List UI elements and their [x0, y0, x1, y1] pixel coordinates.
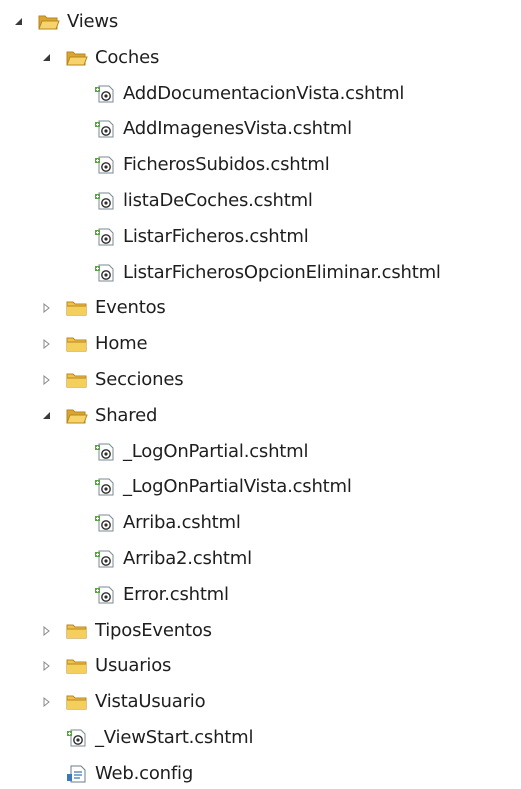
tree-node-label: Error.cshtml: [123, 583, 229, 605]
expand-arrow-icon[interactable]: [12, 15, 26, 29]
tree-node-c2[interactable]: AddImagenesVista.cshtml: [94, 114, 352, 144]
folder-icon: [66, 370, 88, 390]
razor-file-icon: [94, 585, 116, 605]
razor-file-icon: [94, 549, 116, 569]
razor-file-icon: [94, 477, 116, 497]
tree-node-label: Eventos: [95, 297, 166, 319]
razor-file-icon: [94, 513, 116, 533]
folder-icon: [66, 656, 88, 676]
tree-node-viewstart[interactable]: _ViewStart.cshtml: [66, 723, 253, 753]
collapse-arrow-icon[interactable]: [40, 373, 54, 387]
tree-node-c1[interactable]: AddDocumentacionVista.cshtml: [94, 79, 404, 109]
folder-open-icon: [66, 48, 88, 68]
razor-file-icon: [94, 119, 116, 139]
tree-node-label: Home: [95, 333, 148, 355]
solution-explorer-tree: Views Coches AddDocumentacionVista.cshtml A…: [0, 0, 521, 784]
tree-node-coches[interactable]: Coches: [40, 43, 159, 73]
folder-icon: [66, 334, 88, 354]
expand-arrow-icon[interactable]: [40, 51, 54, 65]
tree-node-label: TiposEventos: [95, 619, 212, 641]
tree-node-label: ListarFicheros.cshtml: [123, 225, 309, 247]
tree-node-s4[interactable]: Arriba2.cshtml: [94, 544, 252, 574]
razor-file-icon: [94, 191, 116, 211]
tree-node-usuarios[interactable]: Usuarios: [40, 651, 171, 681]
tree-node-secciones[interactable]: Secciones: [40, 365, 184, 395]
tree-node-label: FicherosSubidos.cshtml: [123, 154, 330, 176]
collapse-arrow-icon[interactable]: [40, 337, 54, 351]
tree-node-label: listaDeCoches.cshtml: [123, 190, 313, 211]
razor-file-icon: [94, 263, 116, 283]
razor-file-icon: [66, 728, 88, 748]
tree-node-label: Shared: [95, 404, 158, 426]
folder-icon: [66, 621, 88, 641]
tree-node-c4[interactable]: listaDeCoches.cshtml: [94, 186, 313, 216]
folder-icon: [66, 692, 88, 712]
collapse-arrow-icon[interactable]: [40, 659, 54, 673]
tree-node-label: ListarFicherosOpcionEliminar.cshtml: [123, 261, 441, 283]
expand-arrow-icon[interactable]: [40, 409, 54, 423]
folder-open-icon: [38, 12, 60, 32]
tree-node-s3[interactable]: Arriba.cshtml: [94, 508, 241, 538]
folder-icon: [66, 298, 88, 318]
tree-node-label: AddImagenesVista.cshtml: [123, 118, 352, 140]
tree-node-c6[interactable]: ListarFicherosOpcionEliminar.cshtml: [94, 258, 441, 288]
tree-node-tiposeventos[interactable]: TiposEventos: [40, 616, 212, 646]
tree-node-shared[interactable]: Shared: [40, 401, 157, 431]
tree-node-label: Views: [67, 11, 119, 32]
tree-node-vistausuario[interactable]: VistaUsuario: [40, 687, 206, 717]
razor-file-icon: [94, 442, 116, 462]
tree-node-s1[interactable]: _LogOnPartial.cshtml: [94, 437, 308, 467]
folder-open-icon: [66, 406, 88, 426]
tree-node-label: Secciones: [95, 369, 184, 390]
tree-node-eventos[interactable]: Eventos: [40, 293, 166, 323]
collapse-arrow-icon[interactable]: [40, 695, 54, 709]
tree-node-home[interactable]: Home: [40, 329, 148, 359]
tree-node-label: Arriba2.cshtml: [123, 548, 252, 569]
razor-file-icon: [94, 84, 116, 104]
tree-node-c5[interactable]: ListarFicheros.cshtml: [94, 222, 309, 252]
tree-node-label: Coches: [95, 46, 160, 68]
tree-node-c3[interactable]: FicherosSubidos.cshtml: [94, 150, 330, 180]
tree-node-label: Usuarios: [95, 655, 172, 677]
collapse-arrow-icon[interactable]: [40, 301, 54, 315]
tree-node-s2[interactable]: _LogOnPartialVista.cshtml: [94, 472, 352, 502]
tree-node-label: AddDocumentacionVista.cshtml: [123, 82, 405, 104]
tree-node-label: _LogOnPartial.cshtml: [123, 440, 309, 462]
razor-file-icon: [94, 155, 116, 175]
collapse-arrow-icon[interactable]: [40, 624, 54, 638]
razor-file-icon: [94, 227, 116, 247]
tree-node-label: _ViewStart.cshtml: [95, 727, 254, 748]
tree-node-views[interactable]: Views: [12, 7, 118, 37]
tree-node-label: _LogOnPartialVista.cshtml: [123, 476, 352, 498]
tree-node-label: VistaUsuario: [95, 691, 206, 713]
tree-node-label: Arriba.cshtml: [123, 512, 241, 534]
tree-node-s5[interactable]: Error.cshtml: [94, 580, 229, 610]
